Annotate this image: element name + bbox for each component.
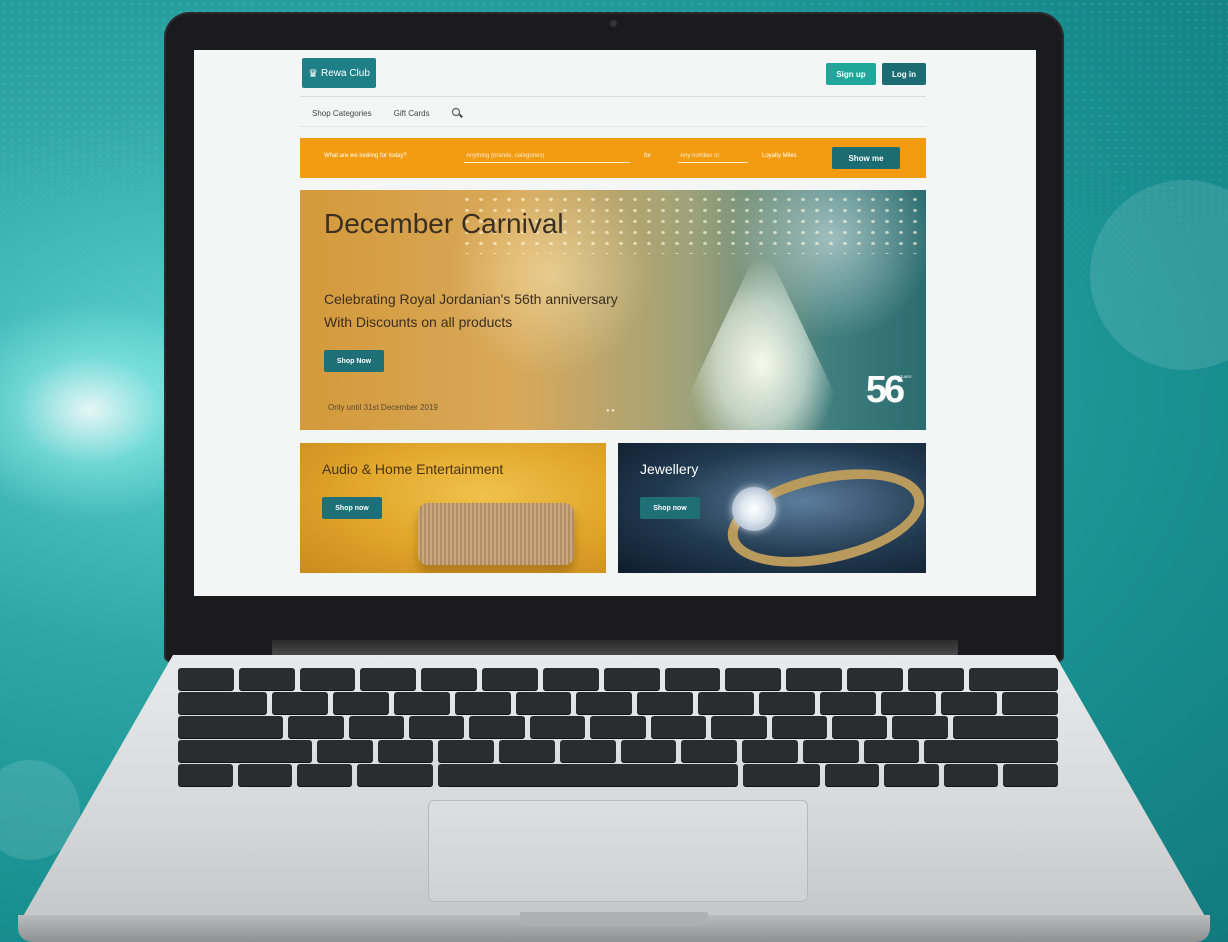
show-me-button[interactable]: Show me <box>832 147 900 169</box>
search-prompt: What are we looking for today? <box>324 153 407 159</box>
laptop-lid: ♛ Rewa Club Sign up Log in Shop Categori… <box>164 12 1064 662</box>
logo-text: Rewa Club <box>320 67 370 79</box>
nav-divider <box>300 126 926 127</box>
site-logo[interactable]: ♛ Rewa Club <box>302 58 376 88</box>
header-divider <box>300 96 926 97</box>
website: ♛ Rewa Club Sign up Log in Shop Categori… <box>300 50 926 596</box>
hero-subtitle: Celebrating Royal Jordanian's 56th anniv… <box>324 288 704 334</box>
laptop-mockup-scene: ♛ Rewa Club Sign up Log in Shop Categori… <box>0 0 1228 942</box>
amount-field-underline <box>678 162 748 163</box>
search-field-underline <box>464 162 630 163</box>
points-label: Loyalty Miles <box>762 153 797 159</box>
lid-open-notch <box>520 912 708 926</box>
nav-gift-cards[interactable]: Gift Cards <box>394 109 430 118</box>
signup-button[interactable]: Sign up <box>826 63 876 85</box>
hero-offer-note: Only until 31st December 2019 <box>328 403 438 412</box>
for-label: for <box>644 153 652 159</box>
card-title: Jewellery <box>640 461 699 477</box>
anniversary-badge-years: YEARS <box>898 374 912 379</box>
carousel-dots[interactable]: ● ● <box>606 408 615 414</box>
category-card-jewellery[interactable]: Jewellery Shop now <box>618 443 926 573</box>
category-card-audio[interactable]: Audio & Home Entertainment Shop now <box>300 443 606 573</box>
trackpad <box>428 800 808 902</box>
speaker-image <box>418 503 574 565</box>
keyboard-row <box>178 692 1059 714</box>
keyboard-row <box>178 716 1058 738</box>
search-icon[interactable] <box>451 108 462 118</box>
hero-banner[interactable]: December Carnival Celebrating Royal Jord… <box>300 190 926 430</box>
amount-field[interactable]: Any number of <box>680 153 719 159</box>
main-nav: Shop Categories Gift Cards <box>312 106 462 120</box>
card-title: Audio & Home Entertainment <box>322 461 504 477</box>
jewellery-shop-button[interactable]: Shop now <box>640 497 700 519</box>
hero-subtitle-line1: Celebrating Royal Jordanian's 56th anniv… <box>324 291 618 307</box>
laptop-screen: ♛ Rewa Club Sign up Log in Shop Categori… <box>194 50 1036 596</box>
crown-icon: ♛ <box>308 67 318 80</box>
hero-subtitle-line2: With Discounts on all products <box>324 314 513 330</box>
search-field[interactable]: Anything (brands, categories) <box>466 153 544 159</box>
keyboard-row <box>178 668 1059 690</box>
keyboard-row <box>178 764 1059 786</box>
webcam <box>610 20 617 27</box>
site-header: ♛ Rewa Club Sign up Log in <box>300 58 926 92</box>
hero-shop-button[interactable]: Shop Now <box>324 350 384 372</box>
hero-title: December Carnival <box>324 208 564 239</box>
nav-shop-categories[interactable]: Shop Categories <box>312 109 372 118</box>
christmas-tree-image <box>672 240 852 430</box>
audio-shop-button[interactable]: Shop now <box>322 497 382 519</box>
login-button[interactable]: Log in <box>882 63 926 85</box>
diamond-image <box>732 487 776 531</box>
keyboard <box>178 668 1059 786</box>
search-banner: What are we looking for today? Anything … <box>300 138 926 178</box>
keyboard-row <box>178 740 1059 762</box>
